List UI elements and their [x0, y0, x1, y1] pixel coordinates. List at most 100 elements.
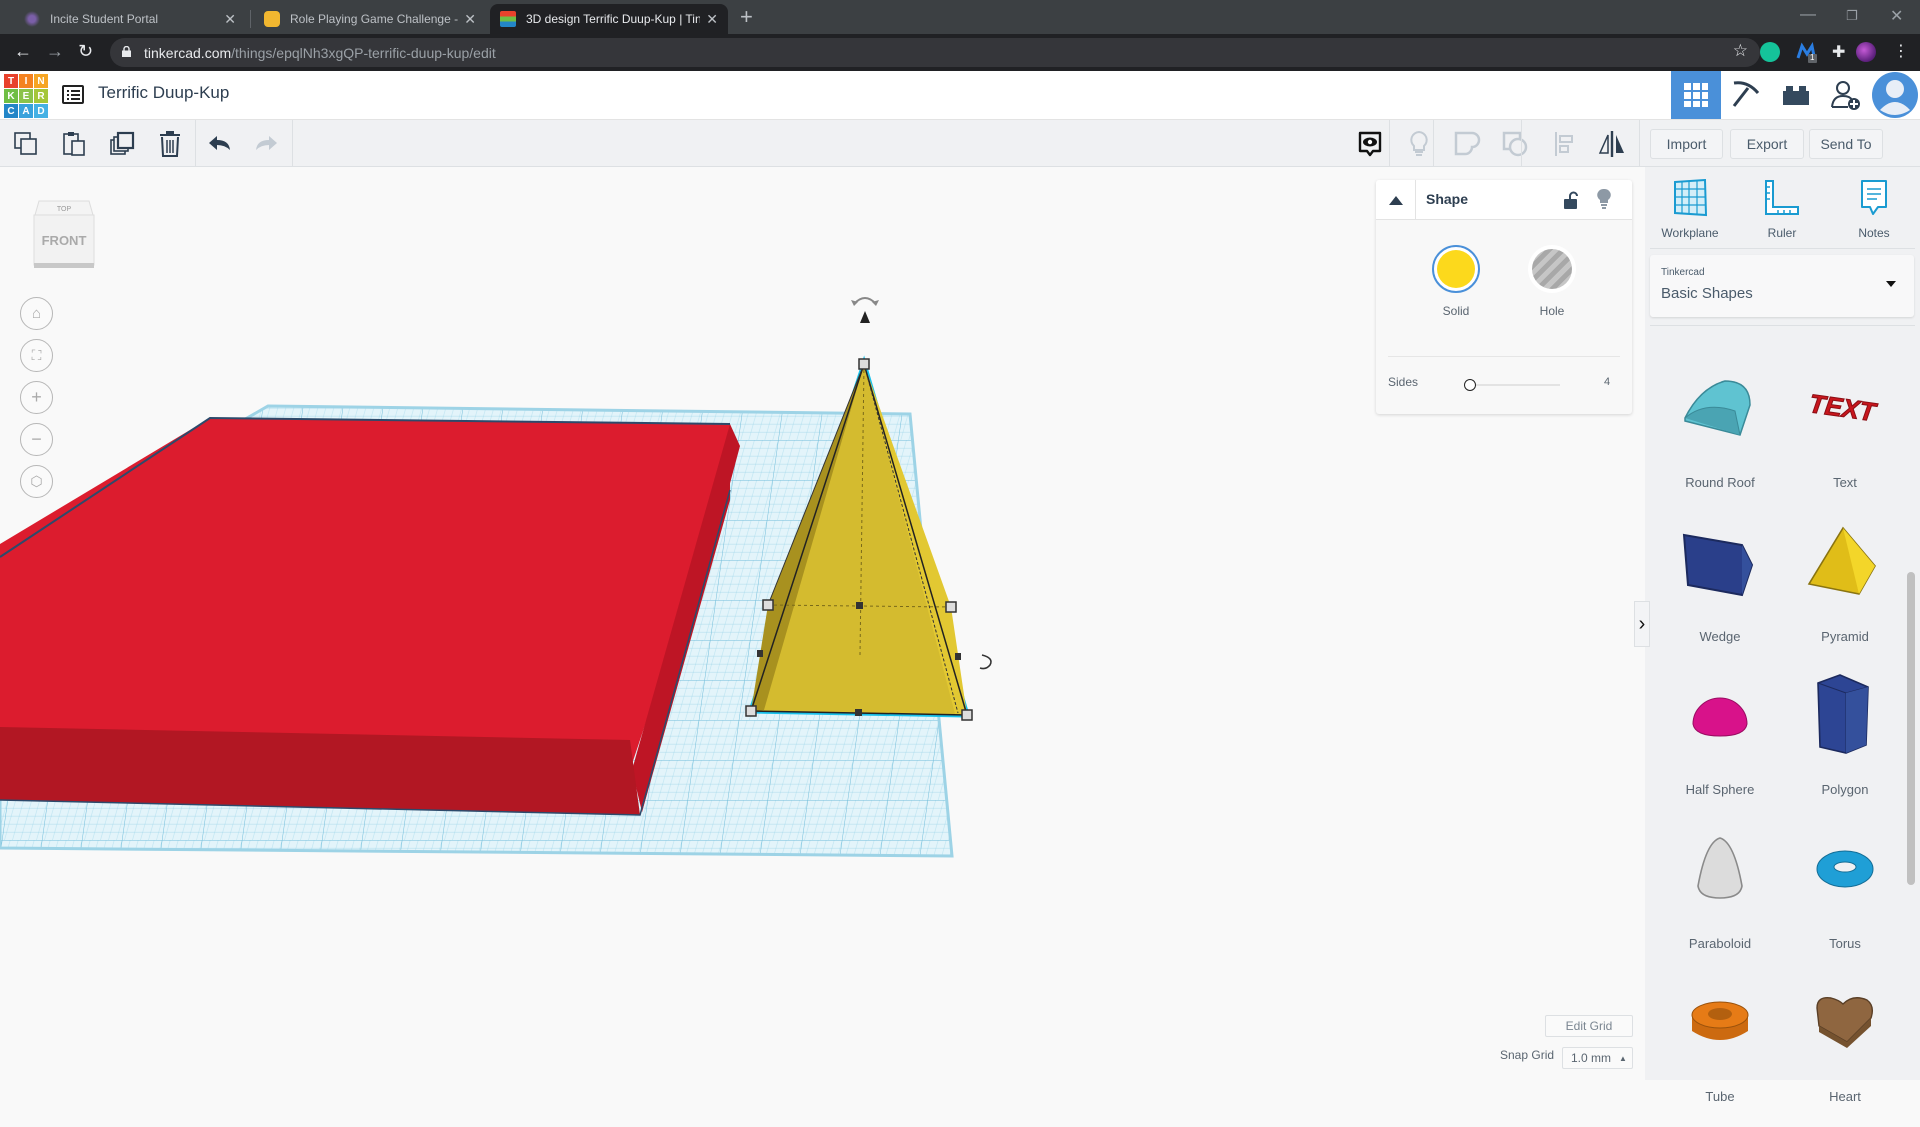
sidebar-divider	[1650, 248, 1915, 249]
minecraft-view-button[interactable]	[1721, 71, 1771, 119]
wedge-icon	[1675, 517, 1765, 607]
undo-button[interactable]	[204, 128, 236, 160]
toolbar-divider	[195, 120, 196, 166]
browser-tab-tinkercad[interactable]: 3D design Terrific Duup-Kup | Tin ✕	[490, 4, 728, 34]
user-avatar[interactable]	[1870, 71, 1920, 119]
duplicate-button[interactable]	[106, 128, 138, 160]
hide-button[interactable]	[1403, 128, 1435, 160]
paste-button[interactable]	[58, 128, 90, 160]
invite-user-button[interactable]	[1821, 71, 1871, 119]
solid-color-fill	[1437, 250, 1475, 288]
design-title[interactable]: Terrific Duup-Kup	[98, 83, 229, 103]
restore-icon[interactable]: ❐	[1846, 8, 1858, 24]
browser-tab-bar: Incite Student Portal ✕ Role Playing Gam…	[0, 0, 1920, 34]
red-box-shape[interactable]	[0, 416, 740, 816]
home-view-button[interactable]: ⌂	[20, 297, 53, 330]
ruler-tool[interactable]: Ruler	[1742, 179, 1822, 240]
zoom-out-button[interactable]: −	[20, 423, 53, 456]
snap-grid-select[interactable]: 1.0 mm ▲	[1562, 1047, 1633, 1069]
close-tab-icon[interactable]: ✕	[224, 11, 236, 28]
shape-text[interactable]: TEXT Text	[1790, 363, 1900, 513]
solid-color-swatch[interactable]	[1432, 245, 1480, 293]
align-button[interactable]	[1548, 128, 1580, 160]
caret-up-icon	[1388, 195, 1403, 205]
rotate-handle-side-icon[interactable]	[979, 654, 992, 670]
reload-icon[interactable]: ↻	[78, 41, 93, 62]
fit-view-button[interactable]: ⛶	[20, 339, 53, 372]
bookmark-star-icon[interactable]: ☆	[1733, 41, 1748, 61]
forward-icon[interactable]: →	[46, 41, 64, 62]
mirror-icon	[1598, 131, 1624, 157]
delete-button[interactable]	[154, 128, 186, 160]
viewcube-top-label: TOP	[57, 206, 72, 213]
new-tab-button[interactable]: +	[740, 6, 753, 28]
shapes-scrollbar[interactable]	[1907, 572, 1915, 885]
browser-menu-icon[interactable]: ⋮	[1893, 41, 1909, 61]
url-input[interactable]: tinkercad.com/things/epqlNh3xgQP-terrifi…	[110, 38, 1760, 67]
sides-slider-handle[interactable]	[1464, 379, 1476, 391]
sides-slider-track[interactable]	[1470, 384, 1560, 386]
expand-sidebar-button[interactable]: ›	[1634, 601, 1650, 647]
shape-wedge[interactable]: Wedge	[1665, 517, 1775, 667]
shape-round-roof[interactable]: Round Roof	[1665, 363, 1775, 513]
tab-divider	[250, 10, 251, 28]
3d-design-view-button[interactable]	[1671, 71, 1721, 119]
caret-up-icon: ▲	[1619, 1053, 1627, 1063]
malwarebytes-extension-icon[interactable]: 1	[1796, 42, 1817, 63]
export-button[interactable]: Export	[1730, 129, 1804, 159]
unlock-icon[interactable]	[1564, 191, 1578, 209]
mirror-button[interactable]	[1596, 128, 1628, 160]
shape-paraboloid[interactable]: Paraboloid	[1665, 824, 1775, 974]
shape-tube[interactable]: Tube	[1665, 977, 1775, 1127]
extensions-puzzle-icon[interactable]: ✚	[1832, 42, 1852, 62]
shape-half-sphere[interactable]: Half Sphere	[1665, 670, 1775, 820]
close-tab-icon[interactable]: ✕	[706, 11, 718, 28]
rotate-handle-icon[interactable]	[851, 297, 879, 323]
import-button[interactable]: Import	[1650, 129, 1723, 159]
shape-pyramid[interactable]: Pyramid	[1790, 517, 1900, 667]
shape-panel-header: Shape	[1376, 180, 1632, 220]
pyramid-icon	[1800, 517, 1890, 607]
ungroup-button[interactable]	[1499, 128, 1531, 160]
toolbar-divider	[1389, 120, 1390, 166]
show-all-button[interactable]	[1354, 128, 1386, 160]
collapse-panel-button[interactable]	[1376, 180, 1416, 220]
user-icon	[1872, 72, 1918, 118]
browser-tab-rpg[interactable]: Role Playing Game Challenge - In ✕	[254, 4, 486, 34]
shapes-sidebar: Workplane Ruler Notes Tinkercad Basic Sh…	[1645, 167, 1920, 1104]
minus-icon: −	[31, 429, 42, 449]
back-icon[interactable]: ←	[14, 41, 32, 62]
close-tab-icon[interactable]: ✕	[464, 11, 476, 28]
profile-avatar[interactable]	[1856, 42, 1876, 62]
grammarly-extension-icon[interactable]	[1760, 42, 1780, 62]
send-to-button[interactable]: Send To	[1809, 129, 1883, 159]
notes-tool[interactable]: Notes	[1834, 179, 1914, 240]
brick-icon	[1783, 86, 1809, 105]
shape-heart[interactable]: Heart	[1790, 977, 1900, 1127]
add-user-icon	[1831, 81, 1860, 110]
redo-button[interactable]	[250, 128, 282, 160]
zoom-in-button[interactable]: +	[20, 381, 53, 414]
text-3d-icon: TEXT	[1800, 363, 1890, 453]
brick-view-button[interactable]	[1771, 71, 1821, 119]
edit-grid-button[interactable]: Edit Grid	[1545, 1015, 1633, 1037]
browser-tab-incite[interactable]: Incite Student Portal ✕	[14, 4, 246, 34]
hole-swatch[interactable]	[1528, 245, 1576, 293]
group-button[interactable]	[1451, 128, 1483, 160]
tinkercad-logo[interactable]: T I N K E R C A D	[4, 74, 48, 118]
shape-torus[interactable]: Torus	[1790, 824, 1900, 974]
design-list-icon[interactable]	[62, 85, 84, 104]
pickaxe-icon	[1732, 81, 1760, 107]
snap-grid-label: Snap Grid	[1500, 1048, 1555, 1062]
workplane-tool[interactable]: Workplane	[1650, 178, 1730, 240]
lightbulb-icon[interactable]	[1597, 188, 1611, 210]
view-cube[interactable]: TOP FRONT	[31, 197, 97, 269]
viewcube-front-label: FRONT	[42, 233, 87, 248]
close-window-icon[interactable]: ✕	[1890, 6, 1903, 26]
shape-library-dropdown[interactable]: Tinkercad Basic Shapes	[1650, 255, 1914, 317]
shape-polygon[interactable]: Polygon	[1790, 670, 1900, 820]
trash-icon	[160, 131, 180, 157]
minimize-icon[interactable]: —	[1800, 6, 1816, 24]
copy-button[interactable]	[10, 128, 42, 160]
perspective-button[interactable]: ⬡	[20, 465, 53, 498]
